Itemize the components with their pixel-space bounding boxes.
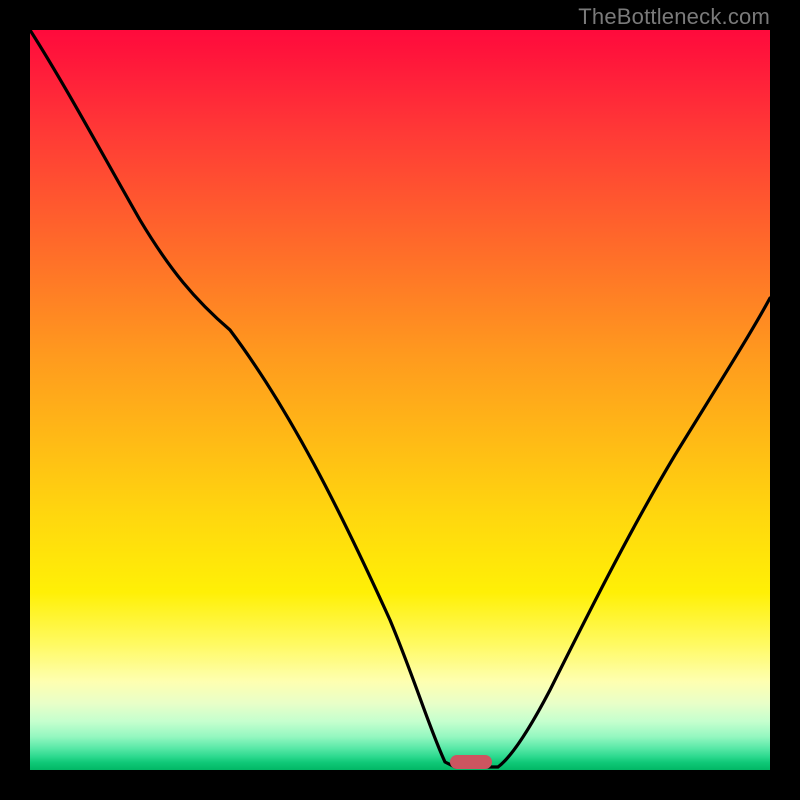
watermark-text: TheBottleneck.com	[578, 4, 770, 30]
chart-frame: TheBottleneck.com	[0, 0, 800, 800]
bottleneck-curve	[30, 30, 770, 767]
curve-overlay	[30, 30, 770, 770]
optimal-marker-pill	[450, 755, 492, 769]
plot-area	[30, 30, 770, 770]
